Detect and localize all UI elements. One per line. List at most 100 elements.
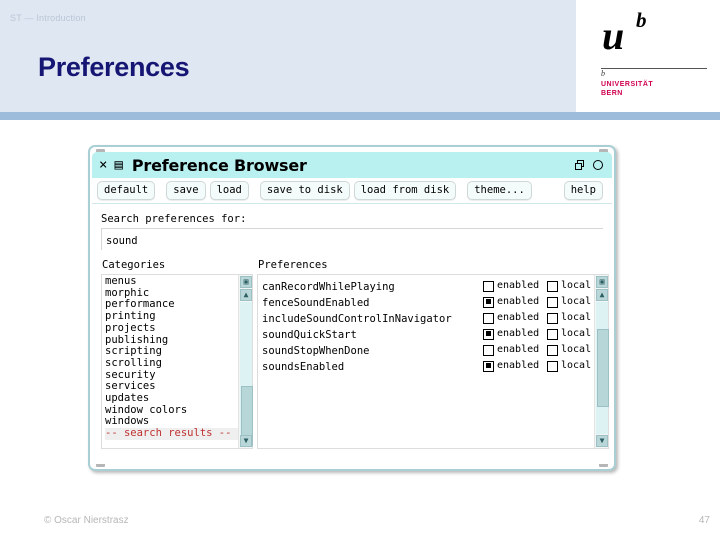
help-button[interactable]: help	[563, 181, 603, 200]
local-checkbox[interactable]: local	[547, 326, 591, 342]
preferences-scroll-thumb[interactable]	[597, 329, 609, 407]
local-checkbox[interactable]: local	[547, 310, 591, 326]
table-row[interactable]: fenceSoundEnabled enabled local	[262, 293, 594, 309]
checkbox-unchecked-icon[interactable]	[547, 312, 558, 324]
list-item[interactable]: projects	[105, 322, 238, 335]
local-checkbox[interactable]: local	[547, 358, 591, 374]
checkbox-unchecked-icon[interactable]	[483, 312, 494, 324]
slide-kicker: ST — Introduction	[10, 13, 86, 23]
enabled-checkbox[interactable]: enabled	[483, 326, 543, 342]
categories-scroll-track[interactable]	[240, 302, 253, 446]
enabled-checkbox[interactable]: enabled	[483, 358, 543, 374]
preference-name[interactable]: fenceSoundEnabled	[262, 297, 369, 309]
enabled-checkbox-label: enabled	[497, 360, 540, 371]
preferences-pane[interactable]: canRecordWhilePlaying enabled local fenceSo…	[257, 274, 609, 449]
table-row[interactable]: soundsEnabled enabled local	[262, 357, 594, 373]
checkbox-unchecked-icon[interactable]	[547, 296, 558, 308]
list-item[interactable]: menus	[105, 275, 238, 288]
preference-checkboxes: enabled local	[483, 310, 591, 326]
preference-name[interactable]: soundsEnabled	[262, 361, 344, 373]
window-bottom-edge	[92, 456, 612, 464]
categories-column-header: Categories	[102, 259, 166, 271]
checkbox-unchecked-icon[interactable]	[547, 328, 558, 340]
logo-line-2: BERN	[601, 90, 623, 97]
checkbox-unchecked-icon[interactable]	[547, 360, 558, 372]
list-item[interactable]: scrolling	[105, 357, 238, 370]
enabled-checkbox-label: enabled	[497, 344, 540, 355]
preference-checkboxes: enabled local	[483, 294, 591, 310]
preferences-column-header: Preferences	[258, 259, 328, 271]
table-row[interactable]: canRecordWhilePlaying enabled local	[262, 277, 594, 293]
enabled-checkbox-label: enabled	[497, 280, 540, 291]
logo-rule	[601, 68, 707, 69]
categories-list[interactable]: menus morphic performance printing projects p…	[102, 275, 238, 448]
enabled-checkbox-label: enabled	[497, 312, 540, 323]
slide: ST — Introduction Preferences u b b UNIV…	[0, 0, 720, 540]
window-titlebar[interactable]: × ▤ Preference Browser	[92, 152, 612, 178]
list-item[interactable]: updates	[105, 392, 238, 405]
enabled-checkbox[interactable]: enabled	[483, 294, 543, 310]
titlebar-left-icons: × ▤	[92, 158, 123, 172]
window-body: Search preferences for: Categories Prefe…	[92, 204, 612, 462]
window-title: Preference Browser	[131, 155, 307, 175]
load-from-disk-button[interactable]: load from disk	[353, 181, 457, 200]
save-to-disk-button[interactable]: save to disk	[259, 181, 350, 200]
preference-checkboxes: enabled local	[483, 358, 591, 374]
scroll-down-icon[interactable]: ▼	[596, 435, 608, 447]
scroll-down-icon[interactable]: ▼	[240, 435, 252, 447]
table-row[interactable]: soundStopWhenDone enabled local	[262, 341, 594, 357]
preference-browser-window[interactable]: × ▤ Preference Browser default save load…	[88, 145, 616, 471]
save-button[interactable]: save	[166, 181, 206, 200]
checkbox-checked-icon[interactable]	[483, 328, 494, 340]
checkbox-unchecked-icon[interactable]	[547, 344, 558, 356]
local-checkbox-label: local	[561, 344, 592, 355]
scroll-up-icon[interactable]: ▲	[596, 289, 608, 301]
enabled-checkbox[interactable]: enabled	[483, 342, 543, 358]
preference-checkboxes: enabled local	[483, 278, 591, 294]
preferences-scroll-track[interactable]	[596, 302, 609, 434]
close-icon[interactable]: ×	[99, 158, 107, 172]
checkbox-unchecked-icon[interactable]	[483, 280, 494, 292]
categories-scrollbar[interactable]: ▣ ▲ ▼	[238, 275, 253, 448]
preferences-list[interactable]: canRecordWhilePlaying enabled local fenceSo…	[258, 275, 594, 448]
footer-page-number: 47	[698, 515, 710, 526]
preference-name[interactable]: soundStopWhenDone	[262, 345, 369, 357]
local-checkbox[interactable]: local	[547, 278, 591, 294]
search-input[interactable]	[101, 228, 603, 250]
scrollbar-menu-icon[interactable]: ▣	[596, 276, 608, 288]
checkbox-checked-icon[interactable]	[483, 360, 494, 372]
windows-icon[interactable]	[575, 160, 585, 170]
list-item[interactable]: -- search results --	[105, 427, 238, 440]
enabled-checkbox-label: enabled	[497, 328, 540, 339]
footer-copyright: © Oscar Nierstrasz	[44, 515, 129, 526]
local-checkbox[interactable]: local	[547, 294, 591, 310]
circle-icon[interactable]	[593, 160, 603, 170]
preference-name[interactable]: soundQuickStart	[262, 329, 357, 341]
checkbox-unchecked-icon[interactable]	[483, 344, 494, 356]
local-checkbox[interactable]: local	[547, 342, 591, 358]
page-title: Preferences	[38, 52, 190, 82]
titlebar-right-icons	[575, 160, 612, 170]
preference-name[interactable]: includeSoundControlInNavigator	[262, 313, 452, 325]
default-button[interactable]: default	[97, 181, 156, 200]
local-checkbox-label: local	[561, 312, 592, 323]
load-button[interactable]: load	[209, 181, 249, 200]
preference-name[interactable]: canRecordWhilePlaying	[262, 281, 395, 293]
preference-checkboxes: enabled local	[483, 326, 591, 342]
checkbox-unchecked-icon[interactable]	[547, 280, 558, 292]
checkbox-checked-icon[interactable]	[483, 296, 494, 308]
enabled-checkbox[interactable]: enabled	[483, 310, 543, 326]
column-headers: Categories Preferences	[101, 258, 603, 272]
table-row[interactable]: soundQuickStart enabled local	[262, 325, 594, 341]
local-checkbox-label: local	[561, 280, 592, 291]
preferences-scrollbar[interactable]: ▣ ▲ ▼	[594, 275, 609, 448]
enabled-checkbox[interactable]: enabled	[483, 278, 543, 294]
scrollbar-menu-icon[interactable]: ▣	[240, 276, 252, 288]
theme-button[interactable]: theme...	[467, 181, 532, 200]
scroll-up-icon[interactable]: ▲	[240, 289, 252, 301]
menu-icon[interactable]: ▤	[114, 158, 122, 172]
categories-pane[interactable]: menus morphic performance printing projects p…	[101, 274, 253, 449]
table-row[interactable]: includeSoundControlInNavigator enabled loc…	[262, 309, 594, 325]
logo-letter-b: b	[636, 8, 647, 32]
window-toolbar: default save load save to disk load from…	[92, 178, 612, 204]
